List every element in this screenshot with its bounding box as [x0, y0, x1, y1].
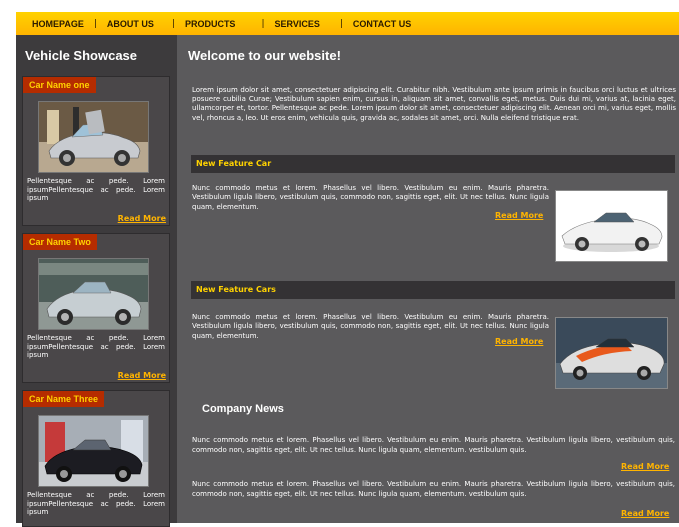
card-description: Pellentesque ac pede. Lorem ipsumPellent…	[27, 491, 165, 516]
nav-services[interactable]: SERVICES	[275, 19, 320, 29]
car-image[interactable]	[38, 101, 149, 173]
vehicle-card: Car Name Two Pellentesque ac pede. Lorem…	[22, 233, 170, 383]
page-title: Welcome to our website!	[188, 48, 341, 63]
read-more-link[interactable]: Read More	[118, 214, 166, 223]
intro-paragraph: Lorem ipsum dolor sit amet, consectetuer…	[192, 86, 676, 122]
card-description: Pellentesque ac pede. Lorem ipsumPellent…	[27, 177, 165, 202]
read-more-link[interactable]: Read More	[621, 509, 669, 518]
nav-products[interactable]: PRODUCTS	[185, 19, 236, 29]
nav-contact-us[interactable]: CONTACT US	[353, 19, 411, 29]
read-more-link[interactable]: Read More	[621, 462, 669, 471]
nav-homepage[interactable]: HOMEPAGE	[32, 19, 84, 29]
sidebar-title: Vehicle Showcase	[25, 48, 138, 63]
nav-separator: |	[93, 18, 97, 29]
card-label: Car Name Two	[23, 234, 97, 250]
car-image[interactable]	[38, 258, 149, 330]
nav-separator: |	[261, 18, 265, 29]
nav-separator: |	[339, 18, 343, 29]
car-image[interactable]	[38, 415, 149, 487]
feature-title: New Feature Cars	[196, 285, 276, 294]
feature-heading-bar: New Feature Cars	[191, 281, 675, 299]
card-description: Pellentesque ac pede. Lorem ipsumPellent…	[27, 334, 165, 359]
feature-car-image[interactable]	[555, 317, 668, 389]
company-news-title: Company News	[202, 403, 284, 415]
nav-separator: |	[171, 18, 175, 29]
read-more-link[interactable]: Read More	[118, 371, 166, 380]
vehicle-card: Car Name one Pellentesque ac pede. Lorem…	[22, 76, 170, 226]
read-more-link[interactable]: Read More	[495, 337, 543, 346]
read-more-link[interactable]: Read More	[495, 211, 543, 220]
nav-about-us[interactable]: ABOUT US	[107, 19, 154, 29]
card-label: Car Name one	[23, 77, 96, 93]
feature-description: Nunc commodo metus et lorem. Phasellus v…	[192, 184, 549, 211]
feature-car-image[interactable]	[555, 190, 668, 262]
news-item: Nunc commodo metus et lorem. Phasellus v…	[192, 480, 675, 498]
feature-title: New Feature Car	[196, 159, 272, 168]
top-navigation: HOMEPAGE | ABOUT US | PRODUCTS | SERVICE…	[16, 12, 679, 35]
news-item: Nunc commodo metus et lorem. Phasellus v…	[192, 436, 675, 454]
card-label: Car Name Three	[23, 391, 105, 407]
feature-heading-bar: New Feature Car	[191, 155, 675, 173]
vehicle-card: Car Name Three Pellentesque ac pede. Lor…	[22, 390, 170, 527]
